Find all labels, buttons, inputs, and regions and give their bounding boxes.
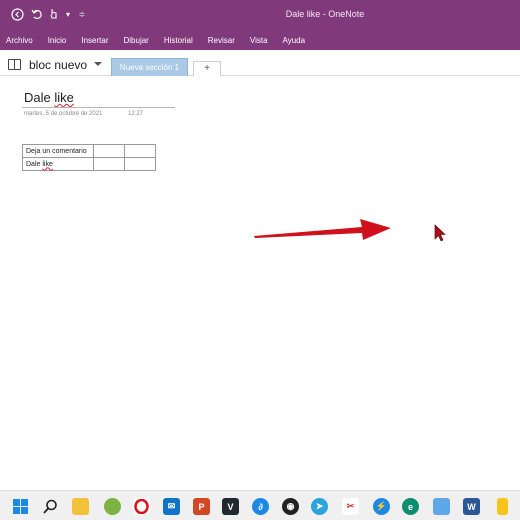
- menu-revisar[interactable]: Revisar: [208, 36, 235, 45]
- word-icon[interactable]: W: [463, 498, 480, 515]
- red-arrow-annotation: [254, 219, 391, 240]
- table-row: Dale like: [22, 157, 156, 171]
- page-table[interactable]: Deja un comentario Dale like: [22, 144, 156, 171]
- app-icon[interactable]: ∂: [252, 498, 269, 515]
- search-icon[interactable]: [42, 498, 59, 515]
- menu-inicio[interactable]: Inicio: [48, 36, 67, 45]
- vectr-icon[interactable]: V: [222, 498, 239, 515]
- cell-text-like: like: [42, 160, 53, 168]
- page-title-like: like: [54, 90, 74, 105]
- onenote-window: ▾ ≑ Dale like - OneNote Archivo Inicio I…: [0, 0, 520, 520]
- mail-icon[interactable]: ✉: [163, 498, 180, 515]
- menu-dibujar[interactable]: Dibujar: [124, 36, 149, 45]
- opera-icon[interactable]: [133, 498, 150, 515]
- file-explorer-icon[interactable]: [72, 498, 89, 515]
- notebook-icon[interactable]: [8, 59, 21, 70]
- page-title[interactable]: Dale like: [24, 90, 74, 105]
- page-title-text: Dale: [24, 90, 55, 105]
- table-cell[interactable]: [93, 144, 125, 158]
- table-cell[interactable]: [124, 144, 156, 158]
- menu-insertar[interactable]: Insertar: [81, 36, 108, 45]
- photos-icon[interactable]: [433, 498, 450, 515]
- menu-ayuda[interactable]: Ayuda: [283, 36, 306, 45]
- table-row: Deja un comentario: [22, 144, 156, 158]
- menu-archivo[interactable]: Archivo: [6, 36, 33, 45]
- edge-icon[interactable]: e: [402, 498, 419, 515]
- window-title: Dale like - OneNote: [285, 9, 365, 19]
- app-icon[interactable]: ⚡: [373, 498, 390, 515]
- title-divider: [22, 107, 175, 108]
- table-cell[interactable]: [93, 157, 125, 171]
- add-section-button[interactable]: +: [193, 61, 221, 76]
- chevron-down-icon[interactable]: [94, 62, 102, 66]
- ribbon-menu: Archivo Inicio Insertar Dibujar Historia…: [0, 30, 520, 50]
- snipping-tool-icon[interactable]: ✂: [342, 498, 359, 515]
- notebook-bar: bloc nuevo Nueva sección 1 +: [0, 50, 520, 76]
- powerpoint-icon[interactable]: P: [193, 498, 210, 515]
- mouse-cursor-icon: [434, 224, 446, 242]
- table-cell[interactable]: Dale like: [22, 157, 94, 171]
- page-time: 12:27: [128, 111, 144, 117]
- page-date: martes, 5 de octubre de 2021: [24, 111, 103, 117]
- taskbar: ✉ P V ∂ ◉ ➤ ✂ ⚡ e W: [0, 490, 520, 520]
- app-icon[interactable]: [104, 498, 121, 515]
- notebook-name[interactable]: bloc nuevo: [29, 58, 87, 72]
- title-bar: ▾ ≑ Dale like - OneNote: [0, 0, 520, 30]
- notes-icon[interactable]: [497, 498, 508, 515]
- telegram-icon[interactable]: ➤: [311, 498, 328, 515]
- obs-icon[interactable]: ◉: [282, 498, 299, 515]
- tab-nueva-seccion-1[interactable]: Nueva sección 1: [111, 58, 188, 76]
- windows-icon[interactable]: [12, 498, 29, 515]
- menu-vista[interactable]: Vista: [250, 36, 268, 45]
- table-cell[interactable]: [124, 157, 156, 171]
- table-cell[interactable]: Deja un comentario: [22, 144, 94, 158]
- menu-historial[interactable]: Historial: [164, 36, 193, 45]
- cell-text: Dale: [26, 160, 43, 168]
